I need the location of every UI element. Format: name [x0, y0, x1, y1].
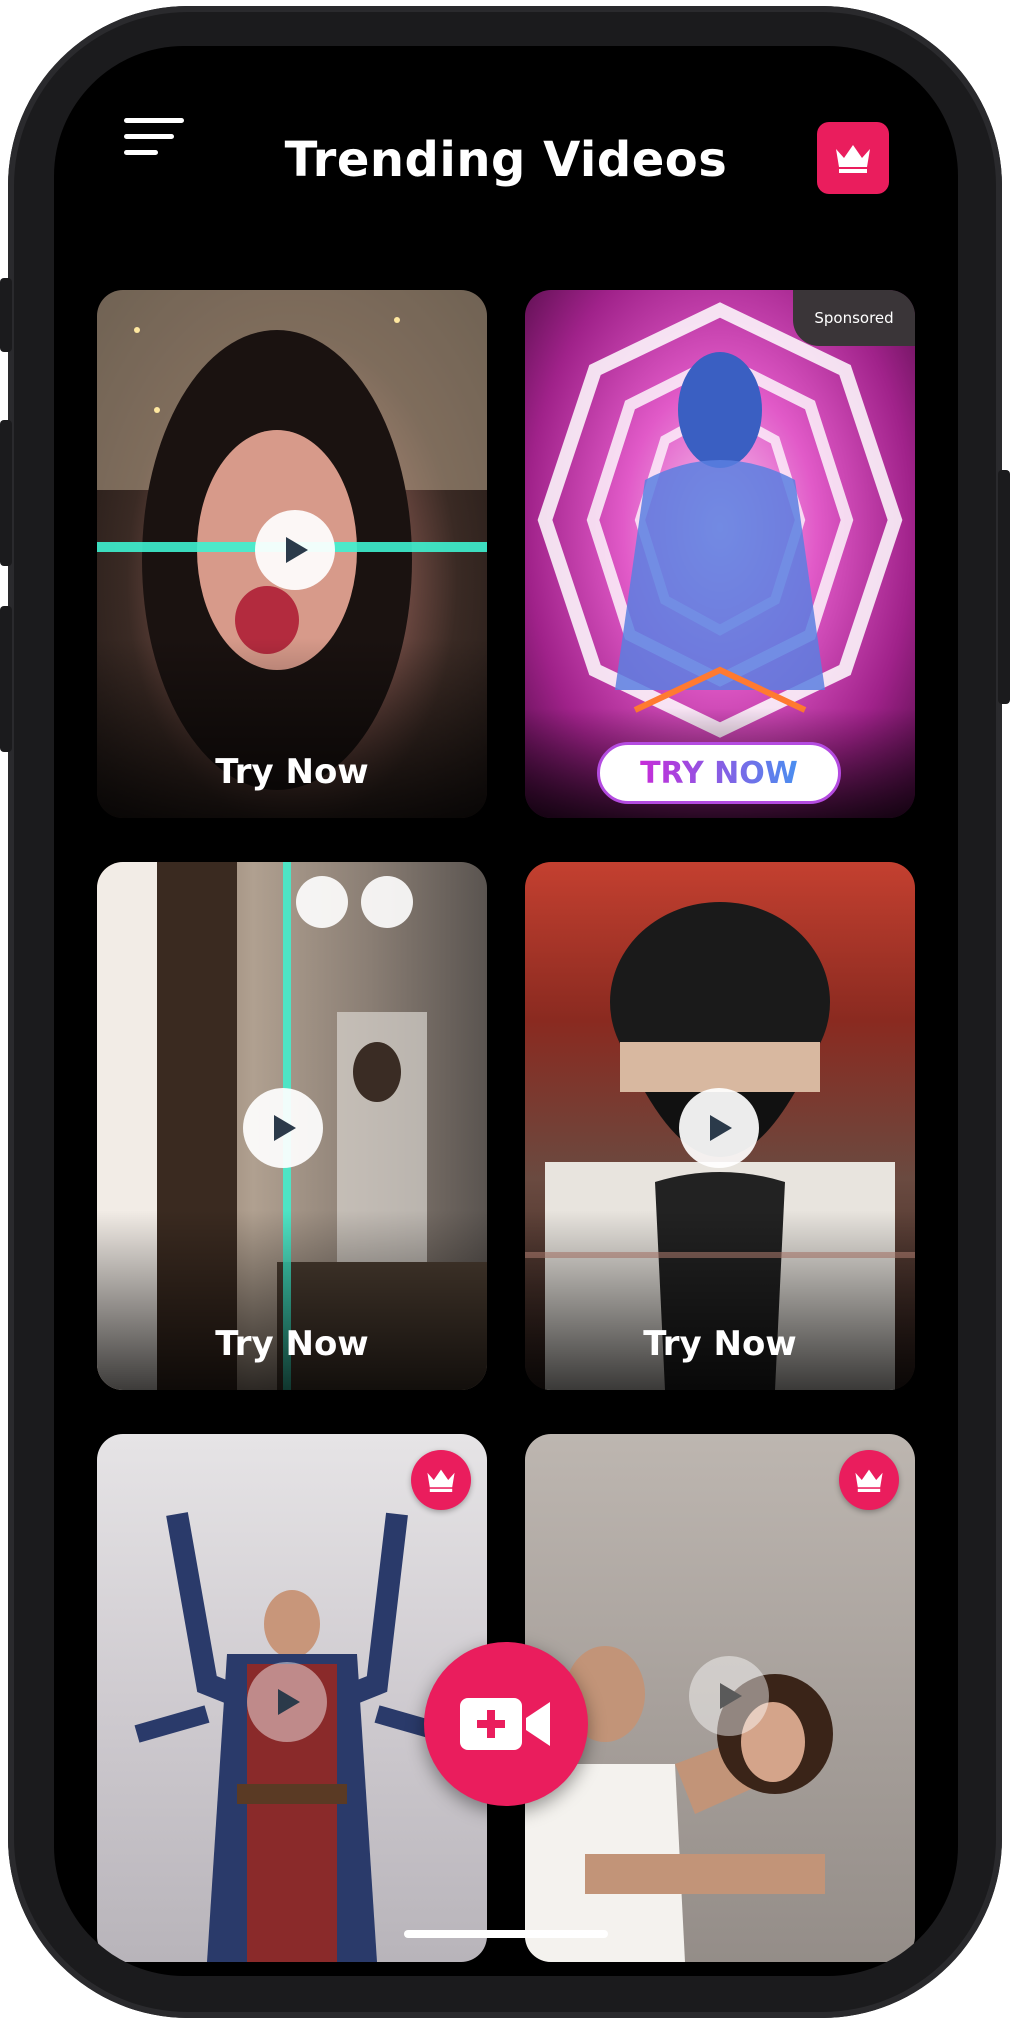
video-card-3[interactable]: Try Now [97, 862, 487, 1390]
play-button[interactable] [247, 1662, 327, 1742]
try-now-label[interactable]: Try Now [97, 1324, 487, 1364]
premium-badge [839, 1450, 899, 1510]
play-button[interactable] [689, 1656, 769, 1736]
home-indicator[interactable] [404, 1930, 608, 1938]
try-now-label: TRY NOW [640, 755, 798, 791]
phone-side-button [0, 278, 12, 352]
video-card-2[interactable]: Sponsored TRY NOW [525, 290, 915, 818]
phone-volume-down [0, 606, 12, 752]
add-video-icon [460, 1698, 550, 1750]
crown-icon [427, 1469, 455, 1492]
sponsored-badge: Sponsored [793, 290, 915, 346]
play-icon [286, 537, 308, 563]
hamburger-icon [124, 118, 184, 123]
video-card-1[interactable]: Try Now [97, 290, 487, 818]
video-card-4[interactable]: Try Now [525, 862, 915, 1390]
try-now-button[interactable]: TRY NOW [597, 742, 841, 804]
play-button[interactable] [255, 510, 335, 590]
crown-icon [836, 145, 870, 173]
play-button[interactable] [679, 1088, 759, 1168]
add-video-button[interactable] [424, 1642, 588, 1806]
try-now-label[interactable]: Try Now [97, 752, 487, 792]
phone-power-button [998, 470, 1010, 704]
play-icon [710, 1115, 732, 1141]
screen: Trending Videos Try Now Sponsored TRY NO… [54, 46, 958, 1976]
phone-volume-up [0, 420, 12, 566]
play-icon [720, 1683, 742, 1709]
play-icon [278, 1689, 300, 1715]
crown-icon [855, 1469, 883, 1492]
play-button[interactable] [243, 1088, 323, 1168]
premium-badge [411, 1450, 471, 1510]
play-icon [274, 1115, 296, 1141]
try-now-label[interactable]: Try Now [525, 1324, 915, 1364]
premium-button[interactable] [817, 122, 889, 194]
